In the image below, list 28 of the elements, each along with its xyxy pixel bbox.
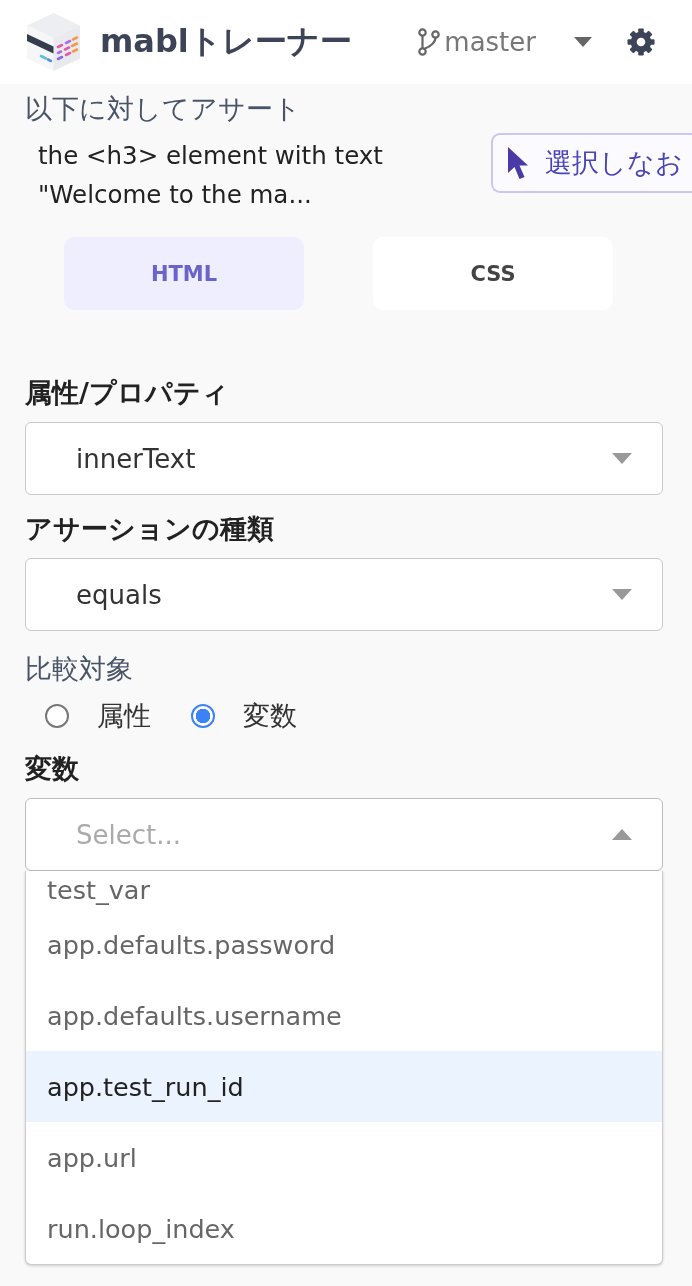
radio-button[interactable]	[45, 704, 69, 728]
select-field[interactable]: equals	[25, 558, 663, 631]
dropdown-option[interactable]: app.defaults.username	[26, 980, 662, 1051]
reselect-button[interactable]: 選択しなお	[491, 133, 692, 193]
section-heading: 以下に対してアサート	[25, 94, 302, 124]
field-label: 属性/プロパティ	[25, 378, 230, 408]
field-label: アサーションの種類	[25, 514, 275, 544]
dropdown-option[interactable]: app.test_run_id	[26, 1051, 662, 1122]
radio-label[interactable]: 変数	[243, 701, 297, 731]
field-label: 変数	[25, 754, 80, 784]
dropdown-option[interactable]: app.url	[26, 1122, 662, 1193]
dropdown-option[interactable]: test_var	[26, 871, 662, 909]
dropdown-option[interactable]: run.loop_index	[26, 1193, 662, 1264]
settings-icon[interactable]	[627, 28, 655, 56]
cube-logo-icon	[25, 12, 82, 72]
branch-selector[interactable]: master	[418, 27, 592, 57]
tab[interactable]: CSS	[373, 237, 613, 310]
caret-icon	[574, 37, 592, 47]
radio-label[interactable]: 属性	[97, 701, 151, 731]
select-field[interactable]: innerText	[25, 422, 663, 495]
branch-icon	[418, 28, 441, 56]
dropdown-option[interactable]: app.defaults.password	[26, 909, 662, 980]
tab[interactable]: HTML	[64, 237, 304, 310]
element-description: the <h3> element with text "Welcome to the ma...	[38, 140, 384, 211]
group-label: 比較対象	[25, 654, 134, 684]
radio-button[interactable]	[191, 704, 215, 728]
cursor-icon	[507, 146, 529, 180]
app-title: mablトレーナー	[100, 21, 352, 62]
